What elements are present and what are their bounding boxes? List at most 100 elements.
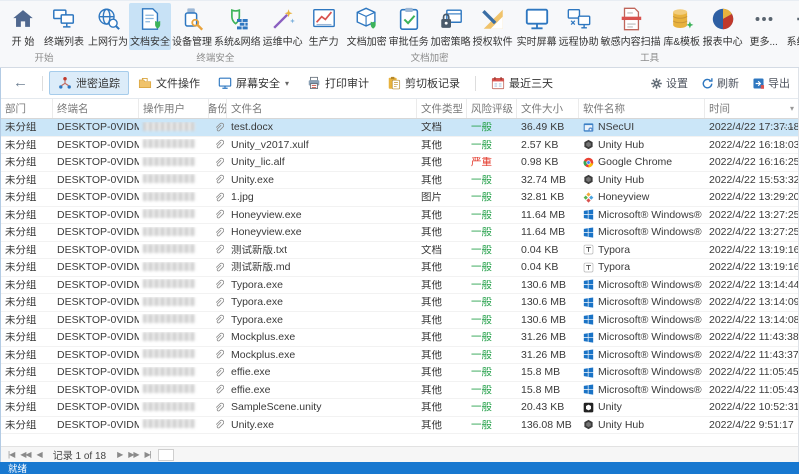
cell-backup[interactable] [209,279,227,290]
cell-filesize: 136.08 MB [521,419,572,430]
prev-record-button[interactable]: ◀ [34,450,45,459]
table-row[interactable]: 未分组 DESKTOP-0VIDMDJ Honeyview.exe 其他 一般 … [1,224,798,242]
toolbar-button[interactable]: 泄密追踪 [49,71,129,95]
ribbon-button[interactable]: 设备管理 [171,3,213,50]
toolbar-action[interactable]: 刷新 [701,75,739,91]
column-header-filename[interactable]: 文件名 [227,99,417,118]
toolbar-button[interactable]: 最近三天 [482,71,562,95]
ribbon-button-label: 文档安全 [130,37,170,48]
cell-backup[interactable] [209,297,227,308]
table-row[interactable]: 未分组 DESKTOP-0VIDMDJ 1.jpg 图片 一般 32.81 KB… [1,189,798,207]
table-row[interactable]: 未分组 DESKTOP-0VIDMDJ test.docx 文档 一般 36.4… [1,119,798,137]
ribbon-button[interactable]: 更多... [744,3,784,50]
pager-edit-box[interactable] [157,448,174,461]
prev-page-group-button[interactable]: ◀◀ [17,450,33,459]
cell-backup[interactable] [209,209,227,220]
cell-backup[interactable] [209,122,227,133]
ribbon-button[interactable]: 上网行为 [87,3,129,50]
cell-backup[interactable] [209,174,227,185]
toolbar-action[interactable]: 导出 [752,75,790,91]
table-row[interactable]: 未分组 DESKTOP-0VIDMDJ Unity_lic.alf 其他 严重 … [1,154,798,172]
cell-filetype: 其他 [421,139,442,150]
cell-backup[interactable] [209,419,227,430]
software-name: Microsoft® Windows® Oper... [598,331,705,343]
ribbon-button[interactable]: 审批任务 [388,3,430,50]
column-header-risk[interactable]: 风险评级 [467,99,517,118]
ribbon-button[interactable]: 系统&网络 [213,3,262,50]
column-header-software[interactable]: 软件名称 [579,99,705,118]
chrome-icon [583,157,594,168]
back-button[interactable]: ← [9,74,36,93]
clipboard-record-icon [387,76,401,90]
column-header-terminal[interactable]: 终端名 [53,99,139,118]
column-header-time[interactable]: 时间 ▾ [705,99,798,118]
cell-backup[interactable] [209,402,227,413]
ribbon-button[interactable]: 文档安全 [129,3,171,50]
table-row[interactable]: 未分组 DESKTOP-0VIDMDJ Typora.exe 其他 一般 130… [1,294,798,312]
ribbon-button[interactable]: 远程协助 [558,3,600,50]
cell-backup[interactable] [209,314,227,325]
table-row[interactable]: 未分组 DESKTOP-0VIDMDJ 测试新版.txt 文档 一般 0.04 … [1,242,798,259]
table-row[interactable]: 未分组 DESKTOP-0VIDMDJ effie.exe 其他 一般 15.8… [1,382,798,399]
cell-backup[interactable] [209,349,227,360]
cell-backup[interactable] [209,157,227,168]
cell-backup[interactable] [209,384,227,395]
toolbar-button[interactable]: 剪切板记录 [378,71,469,95]
windows-icon [583,227,594,238]
next-record-button[interactable]: ▶ [114,450,125,459]
table-row[interactable]: 未分组 DESKTOP-0VIDMDJ Honeyview.exe 其他 一般 … [1,207,798,224]
table-row[interactable]: 未分组 DESKTOP-0VIDMDJ Unity_v2017.xulf 其他 … [1,137,798,154]
cell-terminal: DESKTOP-0VIDMDJ [57,367,139,378]
cell-backup[interactable] [209,244,227,255]
ribbon-button[interactable]: 实时屏幕 [516,3,558,50]
ribbon-button[interactable]: 开 始 [3,3,43,50]
paperclip-icon [213,139,224,150]
table-row[interactable]: 未分组 DESKTOP-0VIDMDJ 测试新版.md 其他 一般 0.04 K… [1,259,798,277]
ribbon: 开 始 终端列表 开始 上网行为 文档安全 设备管理 系统&网络 运维中心 生产… [0,1,799,68]
cell-backup[interactable] [209,332,227,343]
ribbon-button[interactable]: 运维中心 [262,3,304,50]
filter-caret-icon[interactable]: ▾ [790,104,794,113]
ribbon-button[interactable]: 文档加密 [346,3,388,50]
column-header-department[interactable]: 部门 [1,99,53,118]
toolbar-button[interactable]: 打印审计 [298,71,378,95]
cell-software: Unity Hub [579,174,705,185]
next-page-group-button[interactable]: ▶▶ [125,450,141,459]
last-page-button[interactable]: ▶| [142,450,154,459]
table-row[interactable]: 未分组 DESKTOP-0VIDMDJ Typora.exe 其他 一般 130… [1,277,798,294]
ribbon-button[interactable]: 敏感内容扫描 [600,3,662,50]
table-row[interactable]: 未分组 DESKTOP-0VIDMDJ Unity.exe 其他 一般 136.… [1,417,798,434]
cell-terminal: DESKTOP-0VIDMDJ [57,402,139,413]
toolbar-button[interactable]: 屏幕安全 ▾ [209,71,298,95]
column-header-filetype[interactable]: 文件类型 [417,99,467,118]
cell-backup[interactable] [209,192,227,203]
table-row[interactable]: 未分组 DESKTOP-0VIDMDJ Mockplus.exe 其他 一般 3… [1,329,798,347]
cell-backup[interactable] [209,139,227,150]
ribbon-button[interactable]: 系统设置 [786,3,799,50]
column-header-backup[interactable]: 备份 [209,99,227,118]
table-row[interactable]: 未分组 DESKTOP-0VIDMDJ Typora.exe 其他 一般 130… [1,312,798,329]
first-page-button[interactable]: |◀ [5,450,17,459]
column-header-user[interactable]: 操作用户 [139,99,209,118]
ribbon-button[interactable]: 库&模板 [662,3,702,50]
table-row[interactable]: 未分组 DESKTOP-0VIDMDJ SampleScene.unity 其他… [1,399,798,417]
cell-backup[interactable] [209,367,227,378]
toolbar-button-group: 泄密追踪 [49,71,129,95]
cell-backup[interactable] [209,227,227,238]
ribbon-button[interactable]: 生产力 [304,3,344,50]
cell-backup[interactable] [209,262,227,273]
ribbon-button[interactable]: 报表中心 [702,3,744,50]
row-more-button[interactable]: ⋯ [783,119,795,136]
toolbar-action[interactable]: 设置 [650,75,688,91]
toolbar-button[interactable]: 文件操作 [129,71,209,95]
table-row[interactable]: 未分组 DESKTOP-0VIDMDJ Mockplus.exe 其他 一般 3… [1,347,798,364]
ribbon-button[interactable]: 加密策略 [430,3,472,50]
paperclip-icon [213,279,224,290]
column-header-filesize[interactable]: 文件大小 [517,99,579,118]
ribbon-button[interactable]: 终端列表 [43,3,85,50]
redacted-username [143,261,195,271]
ribbon-button[interactable]: 授权软件 [472,3,514,50]
cell-filesize: 32.74 MB [521,174,566,185]
table-row[interactable]: 未分组 DESKTOP-0VIDMDJ effie.exe 其他 一般 15.8… [1,364,798,382]
table-row[interactable]: 未分组 DESKTOP-0VIDMDJ Unity.exe 其他 一般 32.7… [1,172,798,189]
